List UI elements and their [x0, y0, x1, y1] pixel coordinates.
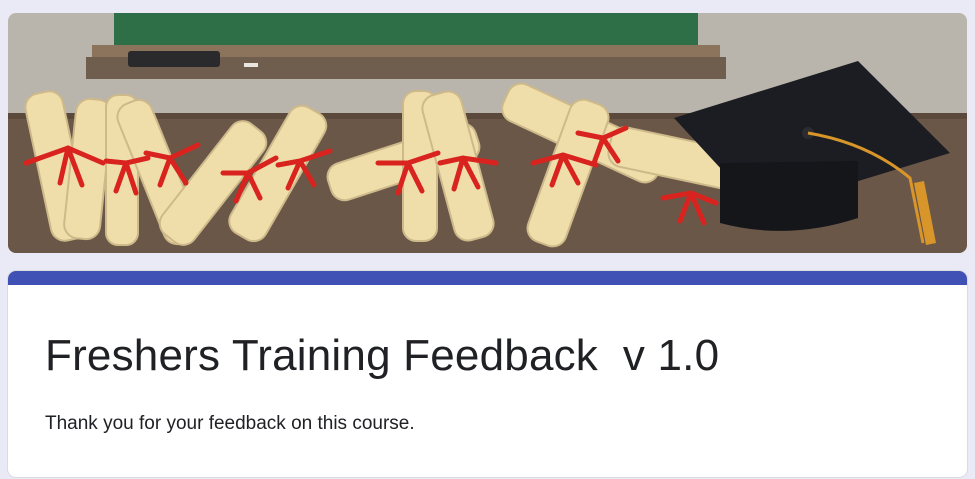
form-header-card: Freshers Training Feedback v 1.0 Thank y… — [8, 271, 967, 477]
graduation-illustration — [8, 13, 967, 253]
form-title: Freshers Training Feedback v 1.0 — [45, 331, 720, 380]
form-description: Thank you for your feedback on this cour… — [45, 413, 415, 434]
header-banner-image — [8, 13, 967, 253]
card-accent-bar — [8, 271, 967, 285]
